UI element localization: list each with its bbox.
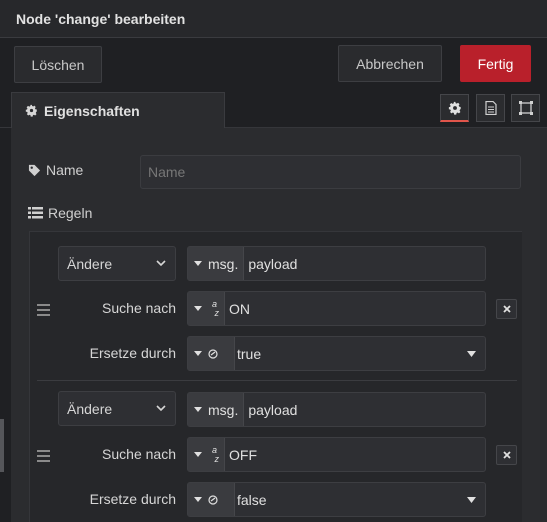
replace-label: Ersetze durch [89,345,176,361]
tab-properties[interactable]: Eigenschaften [11,92,225,128]
rule-target-input[interactable]: msg. payload [187,392,486,427]
replace-label: Ersetze durch [89,491,176,507]
caret-down-icon [194,452,202,457]
caret-down-icon [194,351,202,356]
rule-action-select[interactable]: Ändere [58,391,176,426]
rule-action-select[interactable]: Ändere [58,246,176,281]
tab-properties-label: Eigenschaften [44,102,140,119]
done-button[interactable]: Fertig [460,45,531,82]
string-type-icon: a z [212,298,220,318]
rules-label: Regeln [28,205,92,221]
close-icon [502,305,511,313]
chevron-down-icon [156,260,166,267]
caret-down-icon [194,261,202,266]
rule-target-input[interactable]: msg. payload [187,246,486,281]
gear-icon [448,101,461,115]
dialog-titlebar: Node 'change' bearbeiten [0,0,547,38]
replace-input[interactable]: true [187,336,486,371]
drag-handle-icon[interactable] [37,450,50,462]
rule-divider [37,380,517,381]
type-selector[interactable]: a z [188,438,226,471]
gear-icon [25,104,37,117]
document-icon [484,101,497,115]
cancel-button[interactable]: Abbrechen [338,45,442,82]
tab-settings[interactable] [440,94,469,122]
type-selector[interactable] [188,337,235,370]
caret-down-icon [194,306,202,311]
delete-button[interactable]: Löschen [14,46,102,83]
caret-down-icon[interactable] [467,351,476,357]
type-selector[interactable]: msg. [188,247,245,280]
remove-rule-button[interactable] [496,445,517,465]
remove-rule-button[interactable] [496,299,517,319]
type-selector[interactable] [188,483,235,516]
scrollbar-thumb[interactable] [0,419,4,472]
caret-down-icon [194,497,202,502]
tab-description[interactable] [476,94,505,122]
type-selector[interactable]: msg. [188,393,245,426]
frame-icon [518,101,533,115]
name-label: Name [28,162,83,178]
search-label: Suche nach [102,300,176,316]
search-input[interactable]: a z OFF [187,437,486,472]
type-selector[interactable]: a z [188,292,226,325]
string-type-icon: a z [212,444,220,464]
boolean-type-icon [208,494,218,505]
tag-icon [28,164,41,176]
tab-appearance[interactable] [511,94,540,122]
boolean-type-icon [208,348,218,359]
caret-down-icon [194,407,202,412]
replace-input[interactable]: false [187,482,486,517]
name-input[interactable]: Name [140,155,521,189]
list-icon [28,207,43,219]
search-input[interactable]: a z ON [187,291,486,326]
tab-bar: Eigenschaften [0,92,547,128]
dialog-title: Node 'change' bearbeiten [16,11,186,27]
caret-down-icon[interactable] [467,497,476,503]
drag-handle-icon[interactable] [37,304,50,316]
search-label: Suche nach [102,446,176,462]
close-icon [502,451,511,459]
chevron-down-icon [156,405,166,412]
